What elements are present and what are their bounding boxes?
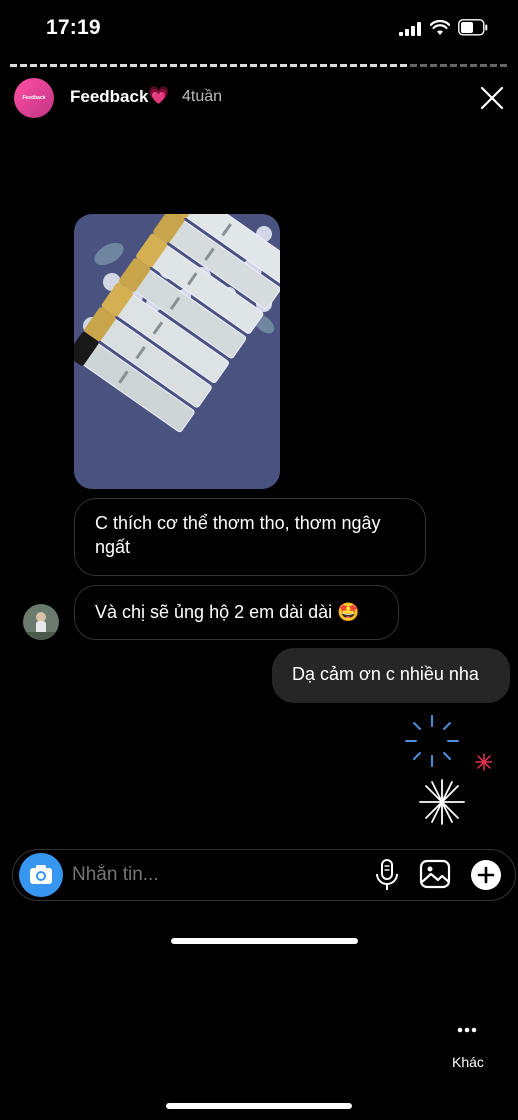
- sparkle-sticker: [405, 715, 492, 825]
- story-username[interactable]: Feedback: [70, 87, 148, 107]
- home-indicator: [171, 938, 358, 944]
- add-icon[interactable]: [470, 859, 502, 891]
- camera-button[interactable]: [19, 853, 63, 897]
- wifi-icon: [430, 20, 450, 35]
- close-icon[interactable]: [478, 84, 506, 112]
- camera-icon: [30, 865, 52, 884]
- message-bubble-outgoing[interactable]: Dạ cảm ơn c nhiều nha: [272, 648, 510, 703]
- sender-avatar[interactable]: [23, 604, 59, 640]
- heart-emoji: 💗: [148, 86, 170, 105]
- photo-message[interactable]: [74, 214, 280, 489]
- battery-icon: [458, 19, 488, 36]
- avatar-text: Feedback: [22, 95, 46, 101]
- more-label[interactable]: Khác: [452, 1054, 484, 1070]
- gallery-icon[interactable]: [419, 858, 451, 890]
- microphone-icon[interactable]: [374, 858, 400, 892]
- cellular-signal-icon: [399, 22, 421, 36]
- story-age: 4tuần: [182, 88, 223, 105]
- home-indicator-bottom: [166, 1103, 352, 1109]
- message-bubble-incoming[interactable]: C thích cơ thể thơm tho, thơm ngây ngất: [74, 498, 426, 576]
- more-icon[interactable]: [452, 1020, 482, 1040]
- perfume-bottles-image: [74, 214, 280, 489]
- status-time: 17:19: [46, 16, 101, 39]
- message-bubble-incoming[interactable]: Và chị sẽ ủng hộ 2 em dài dài 🤩: [74, 585, 399, 640]
- message-input[interactable]: [72, 858, 362, 892]
- story-progress-bar: [10, 64, 508, 67]
- story-avatar[interactable]: Feedback: [14, 78, 54, 118]
